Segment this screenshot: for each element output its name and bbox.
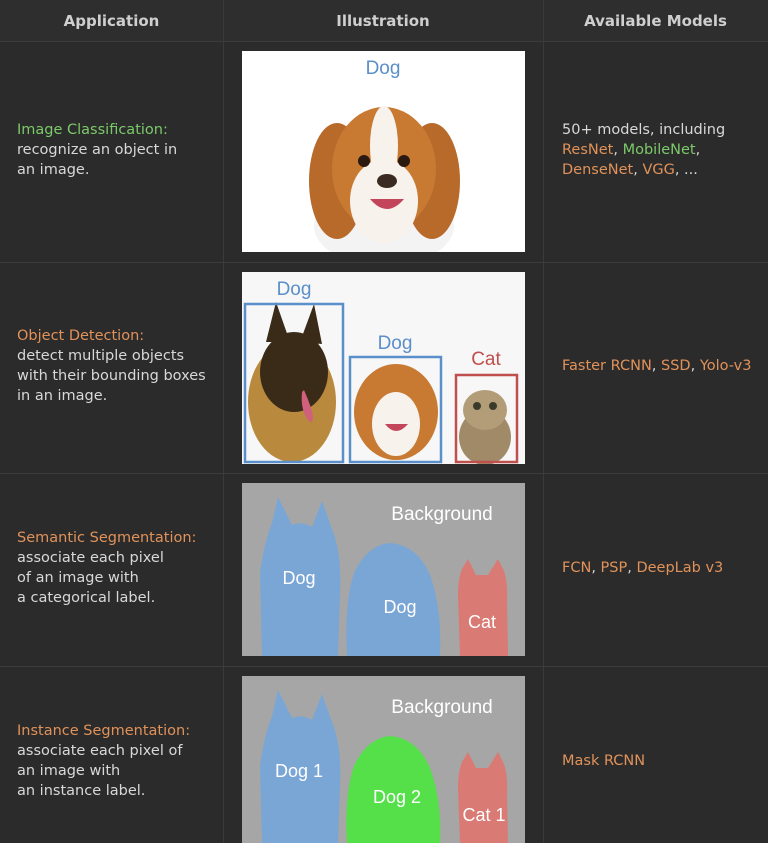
application-desc: in an image. (17, 388, 108, 404)
segment-label: Dog 1 (275, 761, 323, 781)
models-list: FCN, PSP, DeepLab v3 (562, 560, 724, 576)
segment-label: Dog 2 (373, 787, 421, 807)
application-desc: associate each pixel (17, 550, 164, 566)
application-desc: an instance label. (17, 783, 146, 799)
application-desc: associate each pixel of (17, 743, 183, 759)
model-link[interactable]: VGG (642, 162, 674, 178)
application-cell: Instance Segmentation: associate each pi… (17, 721, 217, 801)
application-desc: of an image with (17, 570, 139, 586)
segment-label: Cat 1 (462, 805, 505, 825)
box-label: Cat (471, 349, 501, 370)
models-intro: 50+ models, including (562, 122, 726, 138)
models-cell: FCN, PSP, DeepLab v3 (562, 558, 762, 578)
application-title: Object Detection: (17, 328, 145, 344)
model-link[interactable]: FCN (562, 560, 591, 576)
models-list: ResNet, MobileNet, (562, 142, 701, 158)
illustration-classification: Dog (242, 51, 525, 252)
segment-label: Dog (383, 597, 416, 617)
application-cell: Object Detection: detect multiple object… (17, 326, 217, 406)
table-row: Semantic Segmentation: associate each pi… (0, 474, 768, 667)
application-cell: Semantic Segmentation: associate each pi… (17, 528, 217, 608)
table-row: Object Detection: detect multiple object… (0, 263, 768, 474)
segment-label: Dog (282, 568, 315, 588)
header-application: Application (63, 12, 160, 30)
model-link[interactable]: Mask RCNN (562, 753, 645, 769)
application-cell: Image Classification: recognize an objec… (17, 120, 217, 180)
header-illustration: Illustration (336, 12, 430, 30)
header-models: Available Models (584, 12, 727, 30)
models-list: DenseNet, VGG, ... (562, 162, 698, 178)
application-title: Semantic Segmentation: (17, 530, 197, 546)
application-desc: an image with (17, 763, 121, 779)
semantic-mask: Background Dog Dog Cat (242, 483, 525, 656)
model-link[interactable]: DeepLab v3 (636, 560, 723, 576)
application-desc: a categorical label. (17, 590, 156, 606)
models-cell: Faster RCNN, SSD, Yolo-v3 (562, 356, 762, 376)
application-desc: detect multiple objects (17, 348, 185, 364)
class-label: Dog (366, 58, 401, 79)
dog-photo: Dog (242, 51, 525, 252)
models-list: Mask RCNN (562, 751, 762, 771)
illustration-detection: Dog Dog Cat (242, 272, 525, 464)
models-list: Faster RCNN, SSD, Yolo-v3 (562, 358, 752, 374)
instance-mask: Background Dog 1 Dog 2 Cat 1 (242, 676, 525, 843)
models-cell: Mask RCNN (562, 751, 762, 771)
box-label: Dog (277, 279, 312, 300)
model-link[interactable]: Yolo-v3 (700, 358, 752, 374)
application-title: Instance Segmentation: (17, 723, 191, 739)
application-desc: with their bounding boxes (17, 368, 206, 384)
detection-photo: Dog Dog Cat (242, 272, 525, 464)
model-link[interactable]: PSP (601, 560, 628, 576)
application-desc: an image. (17, 162, 90, 178)
model-link[interactable]: SSD (661, 358, 691, 374)
models-table: Application Illustration Available Model… (0, 0, 768, 843)
table-row: Instance Segmentation: associate each pi… (0, 667, 768, 843)
model-link[interactable]: MobileNet (623, 142, 696, 158)
application-title: Image Classification: (17, 122, 168, 138)
application-desc: recognize an object in (17, 142, 178, 158)
illustration-semantic: Background Dog Dog Cat (242, 483, 525, 656)
table-row: Image Classification: recognize an objec… (0, 42, 768, 263)
model-link[interactable]: ResNet (562, 142, 613, 158)
models-cell: 50+ models, including ResNet, MobileNet,… (562, 120, 762, 180)
illustration-instance: Background Dog 1 Dog 2 Cat 1 (242, 676, 525, 843)
segment-label: Background (391, 504, 492, 525)
segment-label: Background (391, 697, 492, 718)
segment-label: Cat (468, 612, 496, 632)
model-link[interactable]: DenseNet (562, 162, 633, 178)
box-label: Dog (378, 333, 413, 354)
model-link[interactable]: Faster RCNN (562, 358, 652, 374)
table-header: Application Illustration Available Model… (0, 0, 768, 42)
